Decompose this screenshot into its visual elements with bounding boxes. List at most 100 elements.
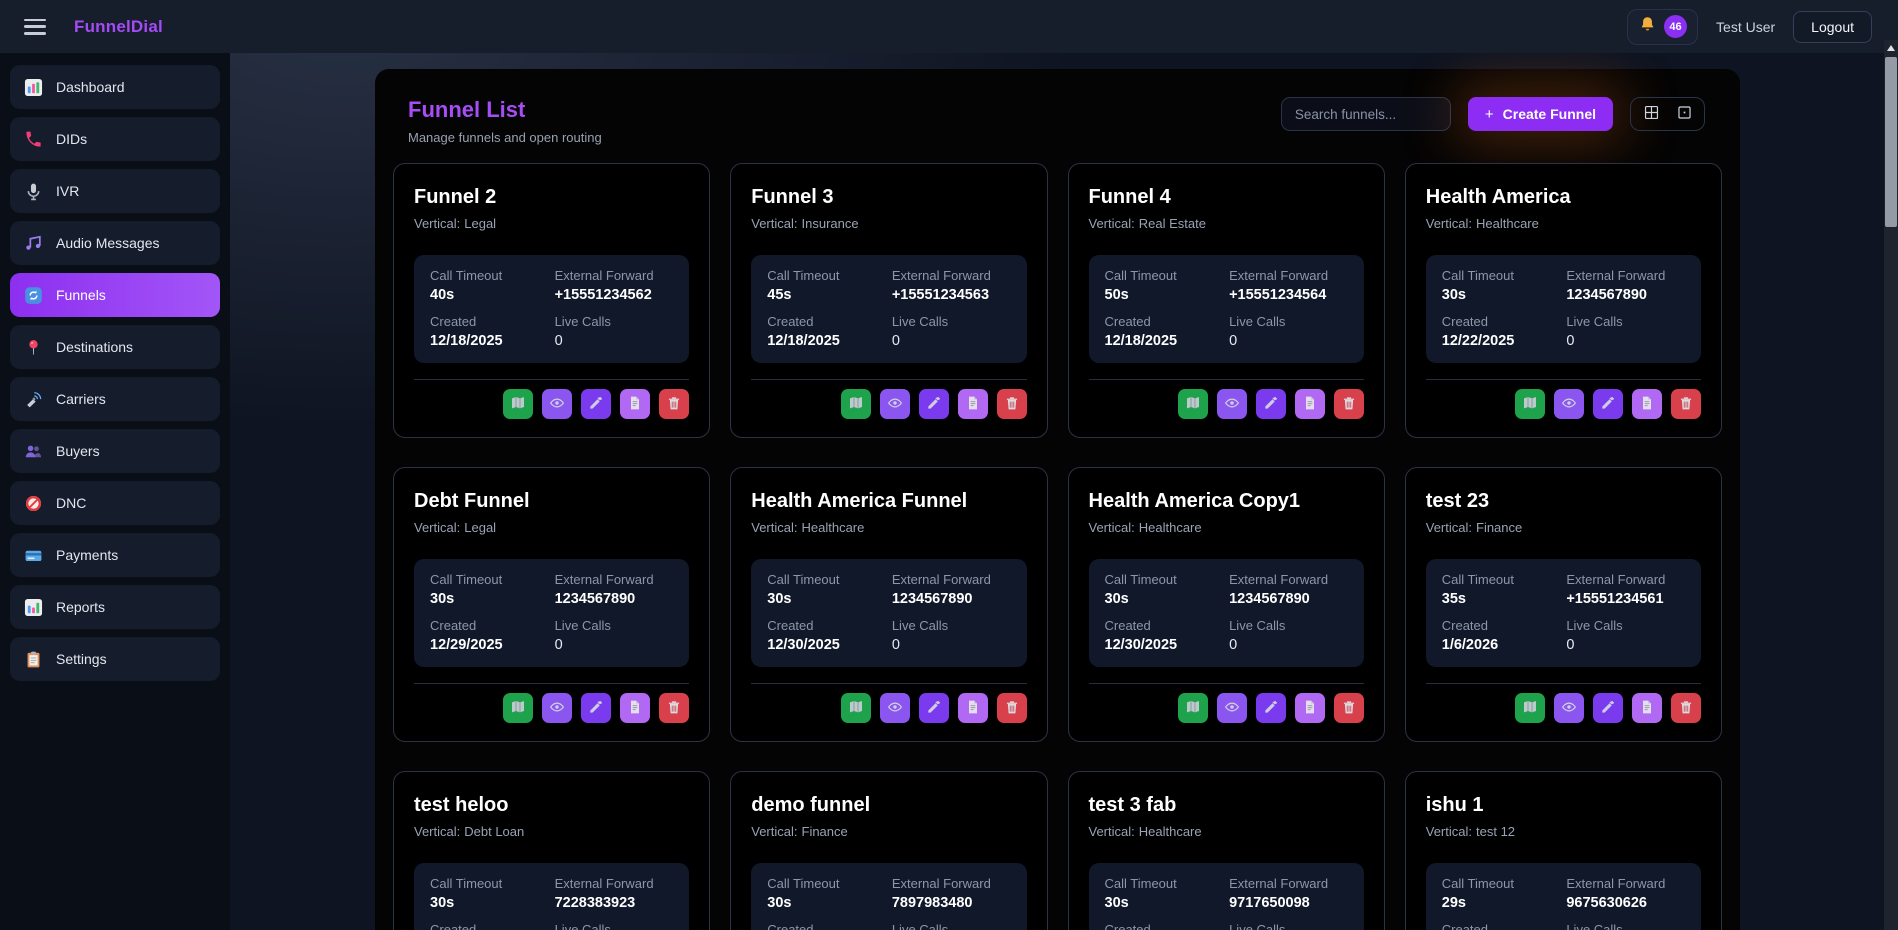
stat-created: Created 12/18/2025 bbox=[430, 314, 555, 349]
sidebar-item-dnc[interactable]: DNC bbox=[10, 481, 220, 525]
trash-icon bbox=[1004, 699, 1020, 718]
edit-funnel-button[interactable] bbox=[581, 693, 611, 723]
pencil-icon bbox=[926, 395, 942, 414]
funnel-card: test 23 Vertical:Finance Call Timeout 35… bbox=[1405, 467, 1722, 742]
create-funnel-button[interactable]: + Create Funnel bbox=[1468, 97, 1613, 131]
funnel-map-button[interactable] bbox=[503, 389, 533, 419]
delete-funnel-button[interactable] bbox=[997, 389, 1027, 419]
delete-funnel-button[interactable] bbox=[1671, 389, 1701, 419]
external-forward-value: +15551234561 bbox=[1566, 591, 1685, 607]
stat-live-calls: Live Calls 0 bbox=[1566, 618, 1685, 653]
prohibited-icon bbox=[23, 493, 43, 513]
funnel-stats: Call Timeout 30s External Forward 123456… bbox=[1089, 559, 1364, 667]
funnel-report-button[interactable] bbox=[1632, 389, 1662, 419]
live-calls-value: 0 bbox=[555, 637, 674, 653]
sidebar-item-reports[interactable]: Reports bbox=[10, 585, 220, 629]
document-icon bbox=[965, 395, 981, 414]
vertical-value: Legal bbox=[464, 520, 496, 535]
logout-button[interactable]: Logout bbox=[1793, 11, 1872, 43]
vertical-value: Legal bbox=[464, 216, 496, 231]
sidebar-item-label: IVR bbox=[56, 183, 79, 199]
funnel-vertical: Vertical:Debt Loan bbox=[414, 824, 689, 839]
edit-funnel-button[interactable] bbox=[1256, 389, 1286, 419]
view-funnel-button[interactable] bbox=[1554, 693, 1584, 723]
sidebar-item-destinations[interactable]: Destinations bbox=[10, 325, 220, 369]
sidebar-item-dids[interactable]: DIDs bbox=[10, 117, 220, 161]
funnel-report-button[interactable] bbox=[620, 389, 650, 419]
sidebar-item-funnels[interactable]: Funnels bbox=[10, 273, 220, 317]
view-funnel-button[interactable] bbox=[880, 693, 910, 723]
delete-funnel-button[interactable] bbox=[659, 693, 689, 723]
funnel-map-button[interactable] bbox=[1515, 693, 1545, 723]
view-funnel-button[interactable] bbox=[1554, 389, 1584, 419]
funnel-report-button[interactable] bbox=[1295, 389, 1325, 419]
funnel-grid: Funnel 2 Vertical:Legal Call Timeout 40s… bbox=[393, 163, 1722, 930]
grid-view-button[interactable] bbox=[1636, 101, 1666, 127]
call-timeout-value: 50s bbox=[1105, 287, 1230, 303]
sidebar-item-audio-messages[interactable]: Audio Messages bbox=[10, 221, 220, 265]
stat-live-calls: Live Calls 0 bbox=[555, 314, 674, 349]
funnel-report-button[interactable] bbox=[620, 693, 650, 723]
sidebar-item-ivr[interactable]: IVR bbox=[10, 169, 220, 213]
sidebar-item-settings[interactable]: Settings bbox=[10, 637, 220, 681]
stat-call-timeout: Call Timeout 30s bbox=[1105, 572, 1230, 607]
funnel-report-button[interactable] bbox=[958, 693, 988, 723]
view-funnel-button[interactable] bbox=[542, 693, 572, 723]
top-bar: FunnelDial 46 Test User Logout bbox=[0, 0, 1898, 53]
sidebar-item-carriers[interactable]: Carriers bbox=[10, 377, 220, 421]
funnel-map-button[interactable] bbox=[1515, 389, 1545, 419]
funnel-map-button[interactable] bbox=[841, 389, 871, 419]
funnel-report-button[interactable] bbox=[1632, 693, 1662, 723]
delete-funnel-button[interactable] bbox=[1334, 693, 1364, 723]
funnel-report-button[interactable] bbox=[1295, 693, 1325, 723]
call-timeout-label: Call Timeout bbox=[1442, 876, 1567, 891]
delete-funnel-button[interactable] bbox=[659, 389, 689, 419]
delete-funnel-button[interactable] bbox=[997, 693, 1027, 723]
scrollbar-thumb[interactable] bbox=[1885, 57, 1897, 227]
edit-funnel-button[interactable] bbox=[1593, 693, 1623, 723]
card-actions bbox=[751, 693, 1026, 723]
sidebar-item-buyers[interactable]: Buyers bbox=[10, 429, 220, 473]
stat-created: Created 12/18/2025 bbox=[1105, 314, 1230, 349]
compact-view-button[interactable] bbox=[1669, 101, 1699, 127]
notification-count-badge: 46 bbox=[1664, 15, 1687, 38]
edit-funnel-button[interactable] bbox=[1256, 693, 1286, 723]
document-icon bbox=[1302, 699, 1318, 718]
app-window: FunnelDial 46 Test User Logout Dashboard… bbox=[0, 0, 1898, 930]
eye-icon bbox=[1561, 699, 1577, 718]
edit-funnel-button[interactable] bbox=[919, 693, 949, 723]
scrollbar-track[interactable] bbox=[1884, 40, 1898, 930]
delete-funnel-button[interactable] bbox=[1671, 693, 1701, 723]
stat-external-forward: External Forward 7897983480 bbox=[892, 876, 1011, 911]
view-funnel-button[interactable] bbox=[880, 389, 910, 419]
live-calls-value: 0 bbox=[1566, 333, 1685, 349]
edit-funnel-button[interactable] bbox=[919, 389, 949, 419]
funnel-map-button[interactable] bbox=[1178, 389, 1208, 419]
funnel-report-button[interactable] bbox=[958, 389, 988, 419]
sidebar-item-dashboard[interactable]: Dashboard bbox=[10, 65, 220, 109]
funnel-card: test heloo Vertical:Debt Loan Call Timeo… bbox=[393, 771, 710, 930]
funnel-map-button[interactable] bbox=[841, 693, 871, 723]
view-funnel-button[interactable] bbox=[1217, 389, 1247, 419]
document-icon bbox=[965, 699, 981, 718]
funnel-map-button[interactable] bbox=[503, 693, 533, 723]
notifications-button[interactable]: 46 bbox=[1627, 9, 1698, 45]
delete-funnel-button[interactable] bbox=[1334, 389, 1364, 419]
live-calls-label: Live Calls bbox=[555, 922, 674, 930]
app-logo: FunnelDial bbox=[74, 17, 163, 37]
pencil-icon bbox=[588, 699, 604, 718]
edit-funnel-button[interactable] bbox=[581, 389, 611, 419]
scroll-up-arrow[interactable] bbox=[1884, 40, 1898, 55]
view-funnel-button[interactable] bbox=[542, 389, 572, 419]
funnel-stats: Call Timeout 29s External Forward 967563… bbox=[1426, 863, 1701, 930]
sidebar-item-payments[interactable]: Payments bbox=[10, 533, 220, 577]
stat-call-timeout: Call Timeout 50s bbox=[1105, 268, 1230, 303]
search-input[interactable] bbox=[1281, 97, 1451, 131]
vertical-prefix: Vertical: bbox=[1089, 520, 1135, 535]
eye-icon bbox=[549, 699, 565, 718]
menu-icon[interactable] bbox=[24, 19, 46, 35]
funnel-name: Funnel 3 bbox=[751, 186, 1026, 209]
edit-funnel-button[interactable] bbox=[1593, 389, 1623, 419]
funnel-map-button[interactable] bbox=[1178, 693, 1208, 723]
view-funnel-button[interactable] bbox=[1217, 693, 1247, 723]
